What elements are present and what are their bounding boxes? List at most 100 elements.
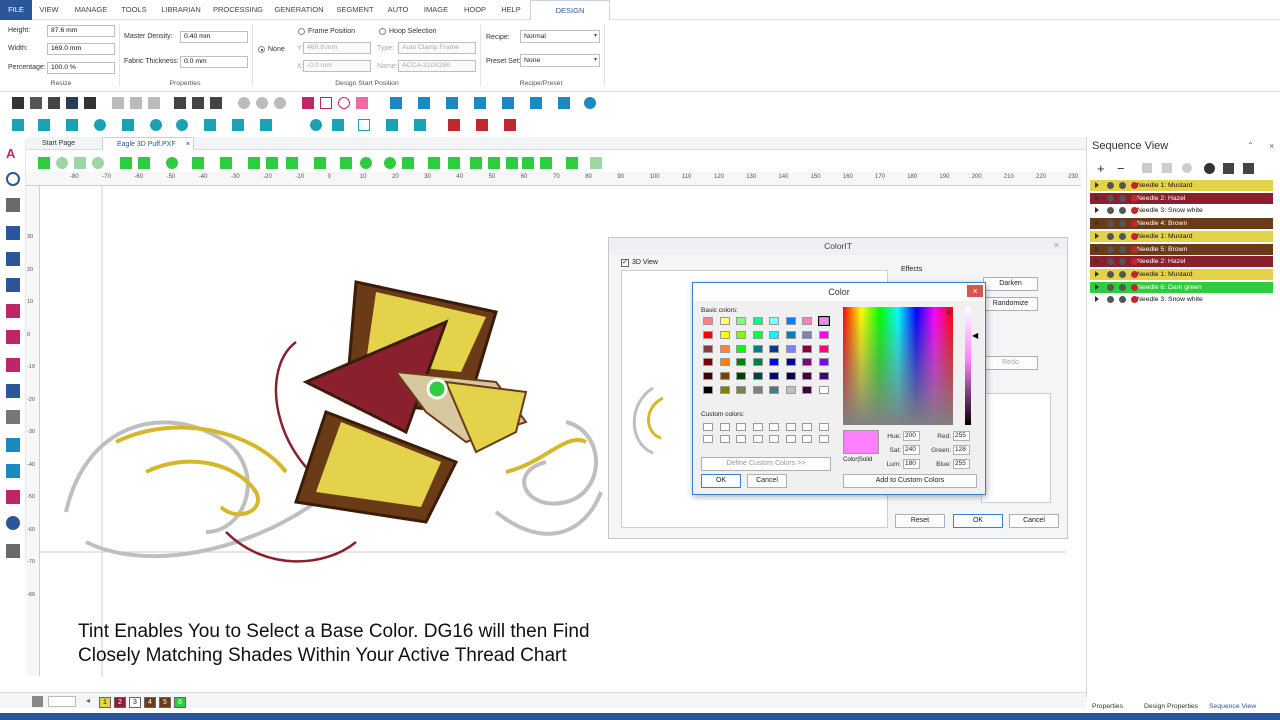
basic-color-swatch[interactable] — [752, 358, 763, 367]
repeat-icon[interactable] — [274, 97, 286, 109]
stitch-view-icon[interactable] — [192, 157, 204, 169]
basic-color-swatch[interactable] — [719, 330, 730, 339]
sat-input[interactable]: 240 — [903, 445, 920, 455]
spiral-fill-icon[interactable] — [176, 119, 188, 131]
expand-arrow-icon[interactable] — [1095, 232, 1099, 239]
custom-color-swatch[interactable] — [703, 435, 713, 443]
custom-color-swatch[interactable] — [736, 435, 746, 443]
sequence-row[interactable]: Needle 1: Mustard — [1090, 230, 1273, 242]
trim-icon[interactable] — [470, 157, 482, 169]
basic-color-swatch[interactable] — [736, 344, 746, 353]
save-as-icon[interactable] — [84, 97, 96, 109]
basic-color-swatch[interactable] — [719, 372, 730, 381]
sequence-row[interactable]: Needle 3: Snow white — [1090, 205, 1273, 217]
prev-needle-icon[interactable]: ◂ — [86, 696, 90, 705]
custom-color-swatch[interactable] — [769, 423, 779, 431]
basic-color-swatch[interactable] — [752, 344, 763, 353]
custom-color-swatch[interactable] — [785, 435, 796, 443]
reshape-tool-icon[interactable] — [6, 278, 20, 292]
panel-pin-icon[interactable]: ⌃ — [1247, 141, 1254, 150]
expand-arrow-icon[interactable] — [1095, 296, 1099, 303]
basic-color-swatch[interactable] — [818, 344, 829, 353]
stitch-count-icon[interactable] — [428, 157, 440, 169]
frame-position-radio[interactable] — [298, 28, 305, 35]
eye-icon[interactable] — [1107, 207, 1114, 215]
bottom-tab-design-properties[interactable]: Design Properties — [1144, 701, 1198, 713]
copy-icon[interactable] — [130, 97, 142, 109]
menu-processing[interactable]: PROCESSING — [212, 0, 264, 20]
tie-icon[interactable] — [488, 157, 500, 169]
chenille-icon[interactable] — [260, 119, 272, 131]
expand-arrow-icon[interactable] — [1095, 258, 1099, 265]
custom-color-swatch[interactable] — [752, 435, 763, 443]
align-icon[interactable] — [340, 157, 352, 169]
preset-set-select[interactable]: None — [520, 54, 600, 67]
rectangle-icon[interactable] — [320, 97, 332, 109]
needle-3-box[interactable]: 3 — [129, 697, 141, 708]
menu-help[interactable]: HELP — [498, 0, 524, 20]
needle-2-box[interactable]: 2 — [114, 697, 126, 708]
motif-icon[interactable] — [94, 119, 106, 131]
3d-view-checkbox[interactable]: ✓ — [621, 259, 629, 267]
x-input[interactable]: -0.0 mm — [303, 60, 371, 72]
fabric-thickness-input[interactable]: 0.0 mm — [180, 56, 248, 68]
red-input[interactable]: 255 — [953, 431, 970, 441]
monitor-split-icon[interactable] — [138, 157, 150, 169]
save-icon[interactable] — [66, 97, 78, 109]
basic-color-swatch[interactable] — [769, 344, 779, 353]
basic-color-swatch[interactable] — [703, 330, 713, 339]
type-select[interactable]: Auto Clamp Frame — [398, 42, 476, 54]
basic-color-swatch[interactable] — [752, 386, 763, 394]
basic-color-swatch[interactable] — [802, 344, 812, 353]
fabric-icon[interactable] — [360, 157, 372, 169]
basic-color-swatch[interactable] — [703, 386, 713, 394]
green-input[interactable]: 128 — [953, 445, 970, 455]
basic-color-swatch[interactable] — [818, 330, 829, 339]
colorit-cancel-button[interactable]: Cancel — [1009, 514, 1059, 528]
grid-icon[interactable] — [266, 157, 278, 169]
height-input[interactable]: 87.6 mm — [47, 25, 115, 37]
menu-manage[interactable]: MANAGE — [70, 0, 112, 20]
lettering-icon[interactable] — [414, 119, 426, 131]
custom-color-swatch[interactable] — [719, 423, 730, 431]
custom-color-swatch[interactable] — [818, 423, 829, 431]
basic-color-swatch[interactable] — [719, 344, 730, 353]
menu-image[interactable]: IMAGE — [420, 0, 452, 20]
y-input[interactable]: 460.9 mm — [303, 42, 371, 54]
node-tool-icon[interactable] — [6, 252, 20, 266]
eye-icon[interactable] — [1107, 296, 1114, 304]
custom-color-swatch[interactable] — [736, 423, 746, 431]
thread-icon[interactable] — [1223, 163, 1234, 174]
shield-icon[interactable] — [332, 119, 344, 131]
open-file-icon[interactable] — [30, 97, 42, 109]
bean-icon[interactable] — [474, 97, 486, 109]
knife-tool-icon[interactable] — [6, 304, 20, 318]
node-view-icon[interactable] — [506, 157, 518, 169]
needle-tool-icon[interactable] — [6, 490, 20, 504]
print-preview-icon[interactable] — [174, 97, 186, 109]
define-custom-colors-button[interactable]: Define Custom Colors >> — [701, 457, 831, 471]
stitch-player-icon[interactable] — [6, 438, 20, 452]
basic-color-swatch[interactable] — [703, 344, 713, 353]
reset-button[interactable]: Reset — [895, 514, 945, 528]
pen-icon[interactable] — [302, 97, 314, 109]
text-tool-icon[interactable]: A — [6, 146, 20, 161]
3d-view-icon[interactable] — [402, 157, 414, 169]
basic-color-swatch[interactable] — [752, 372, 763, 381]
sequence-row[interactable]: Needle 5: Brown — [1090, 243, 1273, 255]
monitor-icon[interactable] — [120, 157, 132, 169]
disabled-view-icon[interactable] — [590, 157, 602, 169]
master-density-input[interactable]: 0.40 mm — [180, 31, 248, 43]
move-icon[interactable] — [314, 157, 326, 169]
lum-input[interactable]: 180 — [903, 459, 920, 469]
pattern-fill-icon[interactable] — [232, 119, 244, 131]
needle-5-box[interactable]: 5 — [159, 697, 171, 708]
square-fill-icon[interactable] — [204, 119, 216, 131]
none-radio[interactable] — [258, 46, 265, 53]
fill-icon[interactable] — [390, 97, 402, 109]
basic-color-swatch[interactable] — [818, 372, 829, 381]
luminance-slider-icon[interactable]: ◀ — [972, 331, 978, 340]
lock-icon[interactable] — [1119, 232, 1126, 240]
lock-icon[interactable] — [1119, 207, 1126, 215]
lock-icon[interactable] — [1119, 194, 1126, 202]
